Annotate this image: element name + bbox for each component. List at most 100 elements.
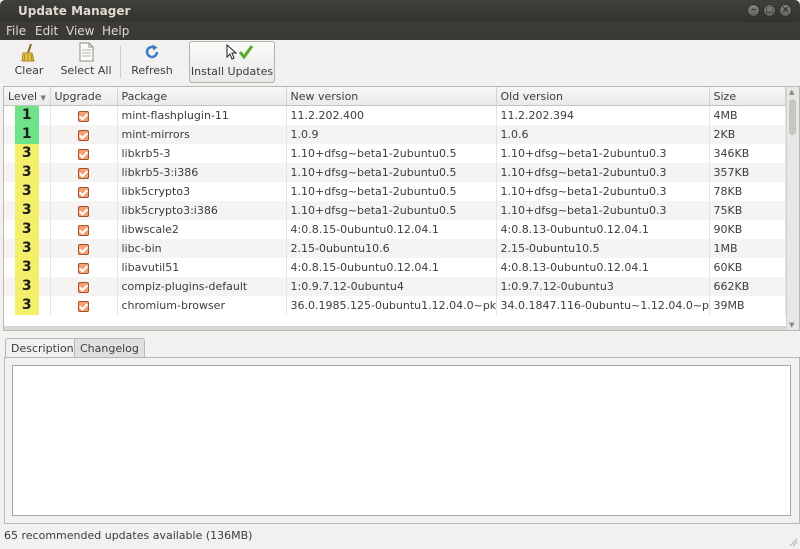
- level-cell: 3: [4, 144, 51, 163]
- level-cell: 3: [4, 220, 51, 239]
- new-version-cell: 2.15-0ubuntu10.6: [286, 239, 497, 258]
- package-cell: libkrb5-3:i386: [117, 163, 287, 182]
- size-cell: 75KB: [709, 201, 786, 220]
- column-package[interactable]: Package: [117, 87, 287, 106]
- resize-grip-icon[interactable]: [788, 537, 798, 547]
- level-badge: 3: [14, 296, 39, 315]
- table-row[interactable]: 3 libwscale2 4:0.8.15-0ubuntu0.12.04.1 4:0.…: [4, 220, 786, 239]
- menu-file[interactable]: File: [6, 24, 26, 38]
- size-cell: 357KB: [709, 163, 786, 182]
- refresh-icon: [128, 41, 176, 63]
- column-level-label: Level: [8, 89, 38, 103]
- level-cell: 3: [4, 258, 51, 277]
- column-size[interactable]: Size: [709, 87, 786, 106]
- toolbar: Clear Select All Refresh Install Updates: [0, 40, 800, 83]
- tab-changelog[interactable]: Changelog: [74, 338, 145, 359]
- size-cell: 78KB: [709, 182, 786, 201]
- scrollbar-thumb[interactable]: [789, 99, 796, 135]
- minimize-icon[interactable]: –: [747, 4, 760, 17]
- upgrade-checkbox[interactable]: [78, 300, 89, 312]
- upgrade-cell: [50, 201, 118, 220]
- table-row[interactable]: 3 chromium-browser 36.0.1985.125-0ubuntu1.…: [4, 296, 786, 315]
- table-row[interactable]: 1 mint-flashplugin-11 11.2.202.400 11.2.202…: [4, 105, 786, 125]
- level-badge: 3: [14, 239, 39, 258]
- menu-bar: File Edit View Help: [0, 22, 800, 40]
- size-cell: 1MB: [709, 239, 786, 258]
- window-title: Update Manager: [18, 4, 131, 18]
- title-bar: Update Manager – □ ×: [0, 0, 800, 22]
- level-cell: 3: [4, 239, 51, 258]
- level-cell: 1: [4, 105, 51, 125]
- menu-edit[interactable]: Edit: [35, 24, 58, 38]
- table-row[interactable]: 1 mint-mirrors 1.0.9 1.0.6 2KB: [4, 125, 786, 144]
- upgrade-checkbox[interactable]: [78, 148, 89, 160]
- column-old-version[interactable]: Old version: [496, 87, 710, 106]
- table-row[interactable]: 3 compiz-plugins-default 1:0.9.7.12-0ubunt…: [4, 277, 786, 296]
- package-cell: libwscale2: [117, 220, 287, 239]
- new-version-cell: 1.10+dfsg~beta1-2ubuntu0.5: [286, 144, 497, 163]
- package-cell: libk5crypto3:i386: [117, 201, 287, 220]
- tab-description[interactable]: Description: [5, 338, 80, 359]
- old-version-cell: 11.2.202.394: [496, 105, 710, 125]
- table-row[interactable]: 3 libk5crypto3:i386 1.10+dfsg~beta1-2ubunt…: [4, 201, 786, 220]
- description-text-area[interactable]: [12, 365, 791, 516]
- upgrade-checkbox[interactable]: [78, 110, 89, 122]
- install-updates-button[interactable]: Install Updates: [189, 41, 275, 83]
- table-row[interactable]: 3 libc-bin 2.15-0ubuntu10.6 2.15-0ubuntu10.…: [4, 239, 786, 258]
- scroll-up-icon[interactable]: ▲: [789, 88, 794, 96]
- upgrade-checkbox[interactable]: [78, 205, 89, 217]
- vertical-scrollbar[interactable]: ▲ ▼: [786, 87, 799, 330]
- column-upgrade[interactable]: Upgrade: [50, 87, 118, 106]
- level-badge: 3: [14, 182, 39, 201]
- select-all-label: Select All: [60, 64, 112, 77]
- table-row[interactable]: 3 libkrb5-3:i386 1.10+dfsg~beta1-2ubuntu0.…: [4, 163, 786, 182]
- column-level[interactable]: Level ▼: [4, 87, 51, 106]
- level-cell: 3: [4, 201, 51, 220]
- old-version-cell: 1.10+dfsg~beta1-2ubuntu0.3: [496, 144, 710, 163]
- size-cell: 662KB: [709, 277, 786, 296]
- new-version-cell: 11.2.202.400: [286, 105, 497, 125]
- package-cell: mint-flashplugin-11: [117, 105, 287, 125]
- old-version-cell: 1.0.6: [496, 125, 710, 144]
- upgrade-checkbox[interactable]: [78, 243, 89, 255]
- upgrade-cell: [50, 296, 118, 315]
- upgrade-checkbox[interactable]: [78, 186, 89, 198]
- horizontal-scrollbar[interactable]: [4, 326, 787, 330]
- close-icon[interactable]: ×: [779, 4, 792, 17]
- select-all-button[interactable]: Select All: [58, 41, 114, 81]
- updates-list[interactable]: Level ▼ Upgrade Package New version Old …: [3, 86, 800, 331]
- level-badge: 3: [14, 220, 39, 239]
- old-version-cell: 1.10+dfsg~beta1-2ubuntu0.3: [496, 163, 710, 182]
- table-row[interactable]: 3 libavutil51 4:0.8.15-0ubuntu0.12.04.1 4:0…: [4, 258, 786, 277]
- description-panel: [4, 357, 800, 524]
- size-cell: 346KB: [709, 144, 786, 163]
- package-cell: libc-bin: [117, 239, 287, 258]
- column-new-version[interactable]: New version: [286, 87, 497, 106]
- upgrade-checkbox[interactable]: [78, 262, 89, 274]
- checkmark-icon: [190, 42, 274, 64]
- package-cell: chromium-browser: [117, 296, 287, 315]
- upgrade-checkbox[interactable]: [78, 224, 89, 236]
- toolbar-separator: [120, 46, 121, 78]
- menu-help[interactable]: Help: [102, 24, 129, 38]
- table-row[interactable]: 3 libkrb5-3 1.10+dfsg~beta1-2ubuntu0.5 1.10…: [4, 144, 786, 163]
- upgrade-checkbox[interactable]: [78, 281, 89, 293]
- upgrade-cell: [50, 277, 118, 296]
- new-version-cell: 4:0.8.15-0ubuntu0.12.04.1: [286, 220, 497, 239]
- new-version-cell: 1:0.9.7.12-0ubuntu4: [286, 277, 497, 296]
- level-badge: 1: [14, 125, 39, 144]
- refresh-button[interactable]: Refresh: [128, 41, 176, 81]
- old-version-cell: 1.10+dfsg~beta1-2ubuntu0.3: [496, 182, 710, 201]
- table-row[interactable]: 3 libk5crypto3 1.10+dfsg~beta1-2ubuntu0.5 1…: [4, 182, 786, 201]
- clear-button[interactable]: Clear: [8, 41, 50, 81]
- level-cell: 3: [4, 163, 51, 182]
- upgrade-checkbox[interactable]: [78, 129, 89, 141]
- size-cell: 90KB: [709, 220, 786, 239]
- install-updates-label: Install Updates: [190, 65, 274, 78]
- level-badge: 3: [14, 201, 39, 220]
- menu-view[interactable]: View: [66, 24, 94, 38]
- scroll-down-icon[interactable]: ▼: [789, 321, 794, 329]
- maximize-icon[interactable]: □: [763, 4, 776, 17]
- upgrade-checkbox[interactable]: [78, 167, 89, 179]
- upgrade-cell: [50, 144, 118, 163]
